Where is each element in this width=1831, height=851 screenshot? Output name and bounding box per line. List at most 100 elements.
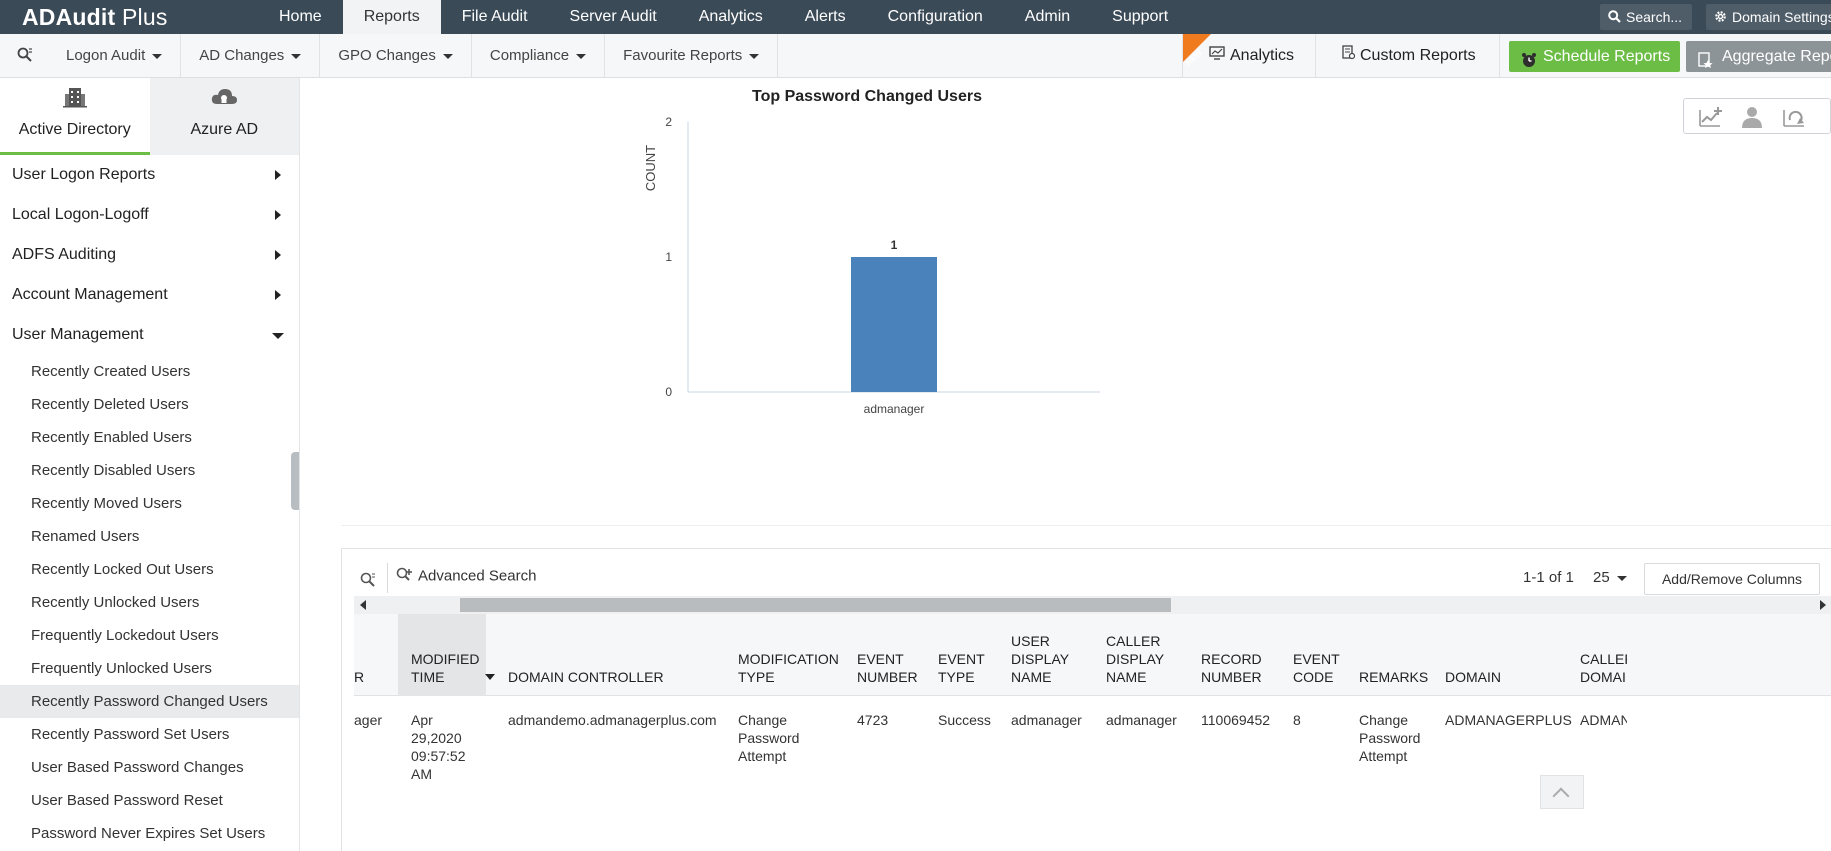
report-content: Top Password Changed Users COUNT 0 1 2 1 adman…	[301, 78, 1831, 851]
caret-right-icon	[275, 210, 281, 220]
advanced-search-icon	[396, 567, 413, 586]
sidebar-item-password-never-expires-set-users[interactable]: Password Never Expires Set Users	[0, 817, 299, 850]
advanced-search-label: Advanced Search	[418, 567, 537, 585]
user-icon[interactable]	[1740, 106, 1764, 133]
table-row[interactable]: ager Apr 29,2020 09:57:52 AM admandemo.adm…	[354, 697, 1831, 797]
bar-admanager[interactable]	[851, 257, 937, 392]
sidebar-section-local-logon-logoff[interactable]: Local Logon-Logoff	[0, 195, 299, 235]
nav-analytics[interactable]: Analytics	[678, 0, 784, 34]
column-header-caller-domain[interactable]: CALLER DOMAIN	[1567, 614, 1627, 696]
x-tick-label: admanager	[864, 402, 925, 416]
cell-event-type: Success	[938, 712, 991, 728]
nav-reports[interactable]: Reports	[342, 0, 441, 34]
global-search-button[interactable]: Search...	[1600, 4, 1692, 30]
refresh-chart-icon[interactable]	[1782, 106, 1808, 133]
sidebar-item-recently-deleted-users[interactable]: Recently Deleted Users	[0, 388, 299, 421]
sidebar-item-recently-enabled-users[interactable]: Recently Enabled Users	[0, 421, 299, 454]
sidebar-item-recently-created-users[interactable]: Recently Created Users	[0, 355, 299, 388]
column-header-user-display-name[interactable]: USER DISPLAY NAME	[998, 614, 1093, 696]
cell-remarks: Change Password Attempt	[1359, 712, 1421, 764]
nav-support[interactable]: Support	[1091, 0, 1189, 34]
app-logo[interactable]: ADAudit Plus	[22, 4, 168, 31]
menu-label: GPO Changes	[338, 47, 436, 64]
cell-event-number: 4723	[857, 712, 889, 728]
nav-file-audit[interactable]: File Audit	[441, 0, 549, 34]
column-header-event-type[interactable]: EVENT TYPE	[925, 614, 998, 696]
advanced-search-button[interactable]: Advanced Search	[396, 567, 536, 586]
sidebar-collapse-handle[interactable]	[291, 452, 299, 510]
sidebar-item-recently-moved-users[interactable]: Recently Moved Users	[0, 487, 299, 520]
sidebar-item-recently-password-changed-users[interactable]: Recently Password Changed Users	[0, 685, 299, 718]
sidebar-section-user-logon-reports[interactable]: User Logon Reports	[0, 155, 299, 195]
sidebar-item-recently-unlocked-users[interactable]: Recently Unlocked Users	[0, 586, 299, 619]
section-divider	[341, 525, 1831, 526]
y-tick-label: 1	[665, 250, 672, 264]
sidebar-item-recently-disabled-users[interactable]: Recently Disabled Users	[0, 454, 299, 487]
column-header-event-code[interactable]: EVENT CODE	[1280, 614, 1346, 696]
schedule-reports-button[interactable]: Schedule Reports	[1509, 41, 1680, 72]
sidebar-item-user-based-password-changes[interactable]: User Based Password Changes	[0, 751, 299, 784]
menu-compliance[interactable]: Compliance	[472, 34, 606, 78]
custom-reports-button[interactable]: Custom Reports	[1316, 34, 1500, 78]
menu-favourite-reports[interactable]: Favourite Reports	[605, 34, 779, 78]
aggregate-reports-label: Aggregate Reports	[1722, 48, 1831, 65]
nav-admin[interactable]: Admin	[1004, 0, 1091, 34]
sidebar-item-recently-password-set-users[interactable]: Recently Password Set Users	[0, 718, 299, 751]
nav-alerts[interactable]: Alerts	[784, 0, 867, 34]
building-icon	[62, 88, 88, 112]
column-header-caller-display-name[interactable]: CALLER DISPLAY NAME	[1093, 614, 1188, 696]
chevron-down-icon	[152, 53, 163, 59]
add-chart-icon[interactable]	[1698, 106, 1724, 133]
analytics-button[interactable]: NEW Analytics	[1182, 34, 1316, 78]
chevron-down-icon	[442, 53, 453, 59]
sidebar-section-user-management[interactable]: User Management	[0, 315, 299, 355]
menu-ad-changes[interactable]: AD Changes	[181, 34, 321, 78]
quick-search-icon[interactable]	[360, 572, 376, 593]
sidebar-item-frequently-unlocked-users[interactable]: Frequently Unlocked Users	[0, 652, 299, 685]
column-header-r[interactable]: R	[354, 614, 398, 696]
tab-azure-ad-label: Azure AD	[190, 121, 259, 138]
column-header-label: MODIFIED TIME	[411, 651, 480, 685]
scroll-to-top-button[interactable]	[1540, 775, 1584, 809]
sidebar-section-label: Local Logon-Logoff	[12, 206, 149, 223]
horizontal-scrollbar[interactable]	[354, 596, 1831, 614]
tab-azure-ad[interactable]: Azure AD	[149, 78, 299, 155]
menu-label: Compliance	[489, 47, 570, 64]
nav-configuration[interactable]: Configuration	[867, 0, 1004, 34]
report-search-icon[interactable]	[17, 47, 33, 68]
per-page-select[interactable]: 25	[1593, 569, 1627, 586]
scroll-right-arrow-icon[interactable]	[1820, 600, 1826, 610]
column-header-record-number[interactable]: RECORD NUMBER	[1188, 614, 1280, 696]
cell-domain-controller: admandemo.admanagerplus.com	[508, 712, 717, 728]
aggregate-reports-button[interactable]: Aggregate Reports	[1686, 41, 1831, 72]
sidebar-section-account-management[interactable]: Account Management	[0, 275, 299, 315]
column-header-modification-type[interactable]: MODIFICATION TYPE	[725, 614, 844, 696]
sidebar-item-renamed-users[interactable]: Renamed Users	[0, 520, 299, 553]
column-header-modified-time[interactable]: MODIFIED TIME	[398, 614, 496, 696]
caret-right-icon	[275, 170, 281, 180]
column-header-domain[interactable]: DOMAIN	[1432, 614, 1567, 696]
column-header-remarks[interactable]: REMARKS	[1346, 614, 1432, 696]
scrollbar-thumb[interactable]	[460, 598, 1171, 612]
sidebar-item-frequently-lockedout-users[interactable]: Frequently Lockedout Users	[0, 619, 299, 652]
tab-active-directory[interactable]: Active Directory	[0, 78, 150, 155]
cell-user-display-name: admanager	[1011, 712, 1082, 728]
custom-reports-label: Custom Reports	[1360, 47, 1476, 65]
report-table-panel: Advanced Search 1-1 of 1 25 Add/Remove C…	[341, 548, 1831, 851]
column-header-event-number[interactable]: EVENT NUMBER	[844, 614, 925, 696]
menu-gpo-changes[interactable]: GPO Changes	[320, 34, 472, 78]
scroll-left-arrow-icon[interactable]	[360, 600, 366, 610]
add-remove-columns-button[interactable]: Add/Remove Columns	[1644, 563, 1820, 595]
sidebar-item-user-based-password-reset[interactable]: User Based Password Reset	[0, 784, 299, 817]
cloud-icon	[209, 89, 239, 112]
search-icon	[1608, 5, 1621, 31]
reports-toolbar: Logon Audit AD Changes GPO Changes Complian…	[0, 34, 1831, 78]
column-header-label: DOMAIN	[1445, 669, 1501, 685]
sidebar-section-adfs-auditing[interactable]: ADFS Auditing	[0, 235, 299, 275]
nav-home[interactable]: Home	[258, 0, 343, 34]
domain-settings-button[interactable]: Domain Settings	[1706, 4, 1831, 30]
column-header-domain-controller[interactable]: DOMAIN CONTROLLER	[495, 614, 725, 696]
sidebar-item-recently-locked-out-users[interactable]: Recently Locked Out Users	[0, 553, 299, 586]
menu-logon-audit[interactable]: Logon Audit	[48, 34, 182, 78]
nav-server-audit[interactable]: Server Audit	[549, 0, 678, 34]
